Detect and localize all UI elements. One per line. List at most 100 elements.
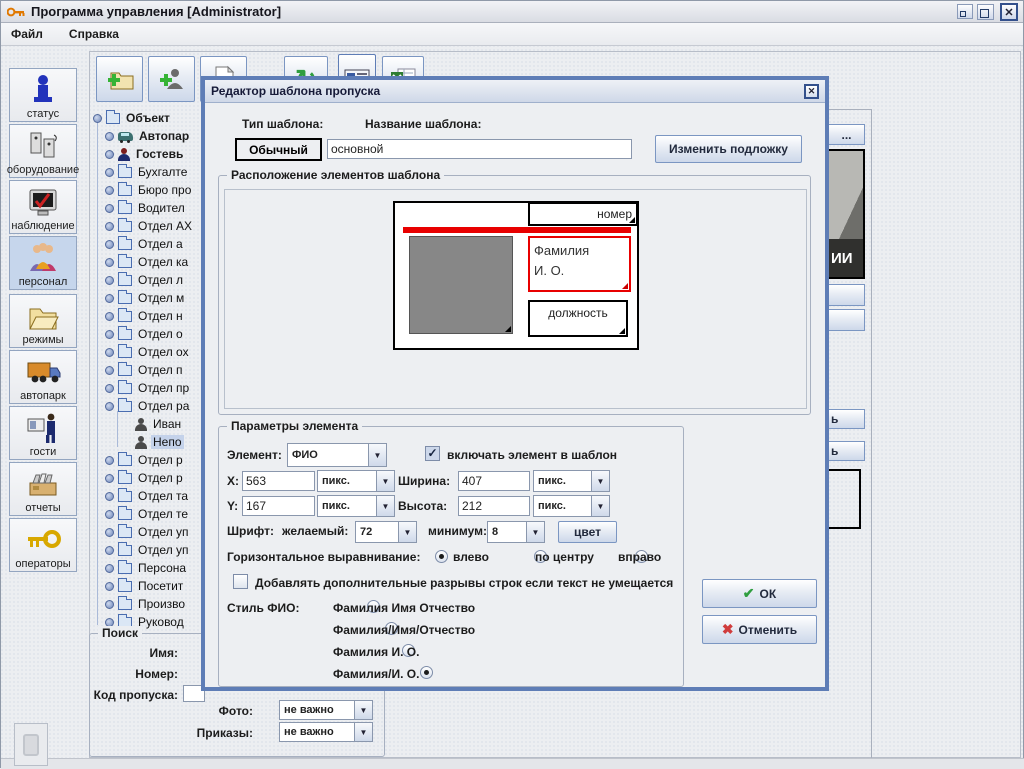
tree-item[interactable]: Произво (105, 595, 187, 613)
tree-toggle-icon[interactable] (105, 258, 114, 267)
y-units-select[interactable]: пикс.▼ (317, 495, 395, 517)
include-element-checkbox[interactable]: ✓ (425, 446, 440, 461)
tree-toggle-icon[interactable] (105, 186, 114, 195)
tree-item[interactable]: Отдел р (105, 451, 185, 469)
tree-toggle-icon[interactable] (105, 294, 114, 303)
tree-item-expanded[interactable]: Отдел ра (105, 397, 191, 415)
preview-fio-box-selected[interactable]: Фамилия И. О. (528, 236, 631, 292)
chevron-down-icon[interactable]: ▼ (591, 471, 609, 491)
preview-photo-placeholder[interactable] (409, 236, 513, 334)
tree-toggle-icon[interactable] (105, 276, 114, 285)
chevron-down-icon[interactable]: ▼ (526, 522, 544, 542)
chevron-down-icon[interactable]: ▼ (354, 723, 372, 741)
tree-item[interactable]: Отдел те (105, 505, 190, 523)
tree-toggle-icon[interactable] (105, 582, 114, 591)
chevron-down-icon[interactable]: ▼ (368, 444, 386, 466)
menu-help[interactable]: Справка (69, 27, 119, 41)
tree-item[interactable]: Отдел уп (105, 541, 191, 559)
tree-item[interactable]: Отдел м (105, 289, 186, 307)
resize-grip[interactable] (619, 328, 625, 334)
width-units-select[interactable]: пикс.▼ (533, 470, 610, 492)
font-min-select[interactable]: 8▼ (487, 521, 545, 543)
search-photo-select[interactable]: не важно▼ (279, 700, 373, 720)
tree-toggle-icon[interactable] (105, 150, 114, 159)
tree-toggle-icon[interactable] (105, 528, 114, 537)
maximize-button[interactable] (977, 4, 994, 20)
sidebar-item-status[interactable]: статус (9, 68, 77, 122)
ok-button[interactable]: ✔ ОК (702, 579, 817, 608)
cut-button-1[interactable]: ь (829, 409, 865, 429)
chevron-down-icon[interactable]: ▼ (591, 496, 609, 516)
resize-grip[interactable] (622, 283, 628, 289)
sidebar-item-guests[interactable]: гости (9, 406, 77, 460)
tree-toggle-icon[interactable] (105, 600, 114, 609)
change-background-button[interactable]: Изменить подложку (655, 135, 802, 163)
tree-item[interactable]: Бухгалте (105, 163, 189, 181)
preview-red-line[interactable] (403, 227, 631, 233)
tree-item[interactable]: Отдел пр (105, 379, 191, 397)
font-desired-select[interactable]: 72▼ (355, 521, 417, 543)
tree-item[interactable]: Отдел та (105, 487, 190, 505)
x-units-select[interactable]: пикс.▼ (317, 470, 395, 492)
chevron-down-icon[interactable]: ▼ (398, 522, 416, 542)
tree-item[interactable]: Отдел ка (105, 253, 190, 271)
add-department-button[interactable] (96, 56, 143, 102)
tree-toggle-icon[interactable] (105, 510, 114, 519)
preview-position-box[interactable]: должность (528, 300, 628, 337)
tree-item-root[interactable]: Объект (93, 109, 172, 127)
tree-item[interactable]: Отдел а (105, 235, 185, 253)
tree-item[interactable]: Отдел о (105, 325, 185, 343)
tree-toggle-icon[interactable] (105, 168, 114, 177)
sidebar-item-vehicles[interactable]: автопарк (9, 350, 77, 404)
tree-toggle-icon[interactable] (105, 366, 114, 375)
width-input[interactable] (458, 471, 530, 491)
tree-item[interactable]: Персона (105, 559, 188, 577)
x-input[interactable] (242, 471, 315, 491)
add-person-button[interactable] (148, 56, 195, 102)
chevron-down-icon[interactable]: ▼ (354, 701, 372, 719)
search-orders-select[interactable]: не важно▼ (279, 722, 373, 742)
tree-toggle-icon[interactable] (93, 114, 102, 123)
cancel-button[interactable]: ✖ Отменить (702, 615, 817, 644)
photo-action-button-2[interactable] (829, 309, 865, 331)
more-button[interactable]: ... (829, 124, 865, 145)
height-input[interactable] (458, 496, 530, 516)
tree-toggle-icon[interactable] (105, 564, 114, 573)
tree-toggle-icon[interactable] (105, 474, 114, 483)
height-units-select[interactable]: пикс.▼ (533, 495, 610, 517)
tree-item[interactable]: Отдел л (105, 271, 185, 289)
sidebar-item-reports[interactable]: отчеты (9, 462, 77, 516)
tree-item[interactable]: Отдел р (105, 469, 185, 487)
tree-toggle-icon[interactable] (105, 132, 114, 141)
tree-item[interactable]: Автопар (105, 127, 191, 145)
align-left-radio[interactable] (435, 550, 448, 563)
tree-toggle-icon[interactable] (105, 222, 114, 231)
sidebar-item-modes[interactable]: режимы (9, 294, 77, 348)
y-input[interactable] (242, 496, 315, 516)
tree-item-person[interactable]: Иван (135, 415, 183, 433)
tree-toggle-icon[interactable] (105, 348, 114, 357)
resize-grip[interactable] (629, 217, 635, 223)
tree-toggle-icon[interactable] (105, 546, 114, 555)
tree-toggle-icon[interactable] (105, 204, 114, 213)
tree-toggle-icon[interactable] (105, 402, 114, 411)
minimize-button[interactable] (957, 4, 973, 19)
tree-toggle-icon[interactable] (105, 240, 114, 249)
template-preview-card[interactable]: номер Фамилия И. О. должность (393, 201, 639, 350)
template-name-input[interactable] (327, 139, 632, 159)
wrap-lines-checkbox[interactable] (233, 574, 248, 589)
tree-toggle-icon[interactable] (105, 456, 114, 465)
menu-file[interactable]: Файл (11, 27, 43, 41)
tree-item[interactable]: Посетит (105, 577, 185, 595)
photo-action-button-1[interactable] (829, 284, 865, 306)
cut-button-2[interactable]: ь (829, 441, 865, 461)
tree-item[interactable]: Отдел н (105, 307, 185, 325)
tree-item[interactable]: Отдел ох (105, 343, 191, 361)
tree-toggle-icon[interactable] (105, 312, 114, 321)
tree-item[interactable]: Отдел АХ (105, 217, 194, 235)
resize-grip[interactable] (505, 326, 511, 332)
dialog-close-button[interactable]: ✕ (804, 84, 819, 99)
sidebar-item-personnel[interactable]: персонал (9, 236, 77, 290)
tree-item[interactable]: Отдел п (105, 361, 185, 379)
sidebar-item-monitoring[interactable]: наблюдение (9, 180, 77, 234)
